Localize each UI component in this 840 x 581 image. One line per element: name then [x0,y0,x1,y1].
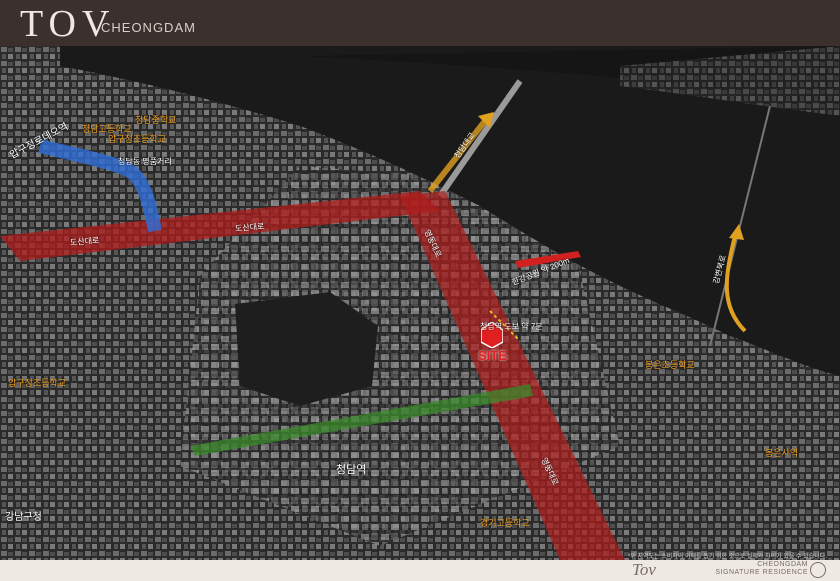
brand-block: CHEONGDAM SIGNATURE RESIDENCE [715,561,808,577]
aerial-map: SITE 청담역 도산대로 도산대로 압구정로데오역 청담대교 영동대로 영동대… [0,46,840,560]
station-label: 청담역 [336,464,367,476]
brand-line1: CHEONGDAM [757,561,808,568]
walk-time-label: 청담역 도보 약 7분 [480,322,543,331]
poi-office: 강남구청 [5,512,42,523]
poi-school2: 청담중학교 [135,115,177,125]
poi-school3: 압구정초등학교 [108,134,166,144]
brand-emblem-icon [810,562,826,578]
brand-line2: SIGNATURE RESIDENCE [715,569,808,576]
luxury-street-label: 청담동 명품거리 [118,157,172,166]
footer-bar: Tov CHEONGDAM SIGNATURE RESIDENCE [0,560,840,581]
poi-school6: 봉은사역 [765,448,799,458]
header-bar: TOV CHEONGDAM [0,0,840,46]
poi-school4: 봉은초등학교 [645,360,695,370]
brand-subtitle: CHEONGDAM [101,20,196,35]
poi-school-left: 압구정초등학교 [8,378,66,388]
site-label: SITE [478,348,507,363]
signature-logo: Tov [632,560,656,579]
map-disclaimer: *위 지역도는 소비자의 이해를 돕기 위한 것으로 실제와 차이가 있을 수 … [628,554,827,560]
poi-school5: 경기고등학교 [480,518,530,528]
